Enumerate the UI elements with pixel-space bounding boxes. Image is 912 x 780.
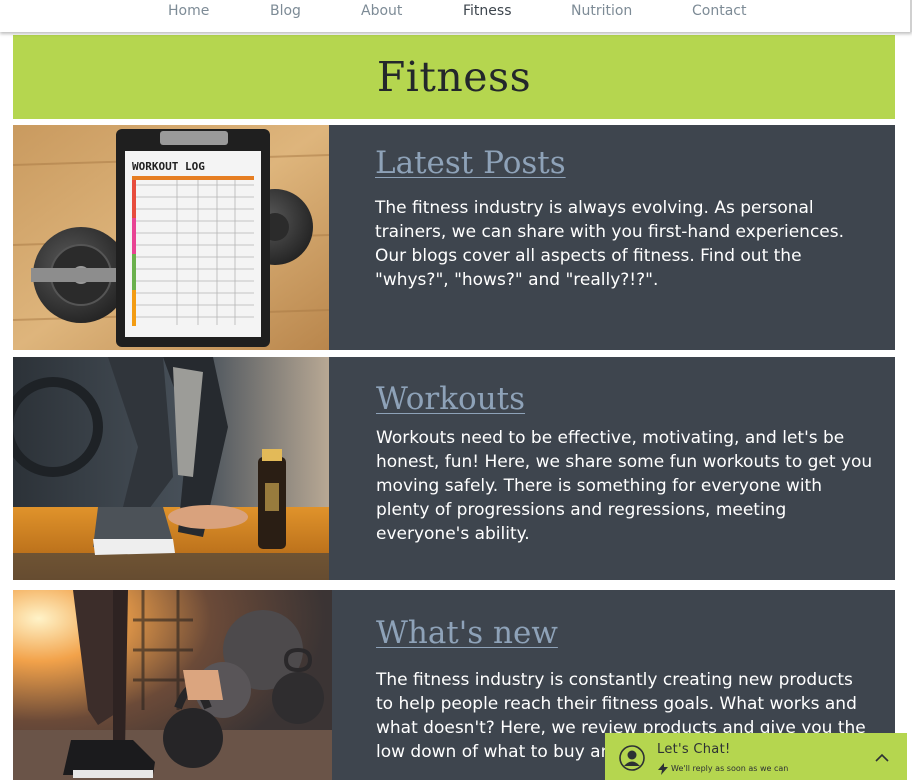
chat-widget[interactable]: Let's Chat! We'll reply as soon as we ca…	[605, 733, 907, 780]
main-nav: Home Blog About Fitness Nutrition Contac…	[0, 0, 912, 32]
svg-text:WORKOUT LOG: WORKOUT LOG	[132, 160, 205, 173]
latest-posts-content: Latest Posts The fitness industry is alw…	[375, 125, 875, 292]
workouts-content: Workouts Workouts need to be effective, …	[376, 357, 876, 546]
latest-posts-description: The fitness industry is always evolving.…	[375, 198, 845, 290]
person-icon	[619, 745, 645, 771]
nav-blog-link[interactable]: Blog	[270, 3, 301, 19]
page-title: Fitness	[376, 53, 532, 101]
whats-new-heading-link[interactable]: What's new	[376, 615, 866, 651]
nav-fitness-link[interactable]: Fitness	[463, 3, 512, 19]
nav-home-link[interactable]: Home	[168, 3, 209, 19]
nav-about-link[interactable]: About	[361, 3, 402, 19]
workouts-heading-link[interactable]: Workouts	[376, 381, 876, 417]
chat-subtitle: We'll reply as soon as we can	[671, 764, 789, 773]
workouts-description: Workouts need to be effective, motivatin…	[376, 428, 873, 544]
page-hero-banner: Fitness	[13, 35, 895, 119]
workouts-image	[13, 357, 329, 580]
whats-new-image	[13, 590, 332, 780]
latest-posts-section: WORKOUT LOG Latest Posts The fitness ind…	[13, 125, 895, 350]
nav-nutrition-link[interactable]: Nutrition	[571, 3, 632, 19]
chat-title: Let's Chat!	[657, 742, 731, 757]
chevron-up-icon[interactable]	[875, 753, 889, 762]
lightning-icon	[658, 763, 668, 775]
workouts-section: Workouts Workouts need to be effective, …	[13, 357, 895, 580]
latest-posts-heading-link[interactable]: Latest Posts	[375, 145, 875, 181]
workout-log-image: WORKOUT LOG	[13, 125, 329, 350]
nav-contact-link[interactable]: Contact	[692, 3, 746, 19]
